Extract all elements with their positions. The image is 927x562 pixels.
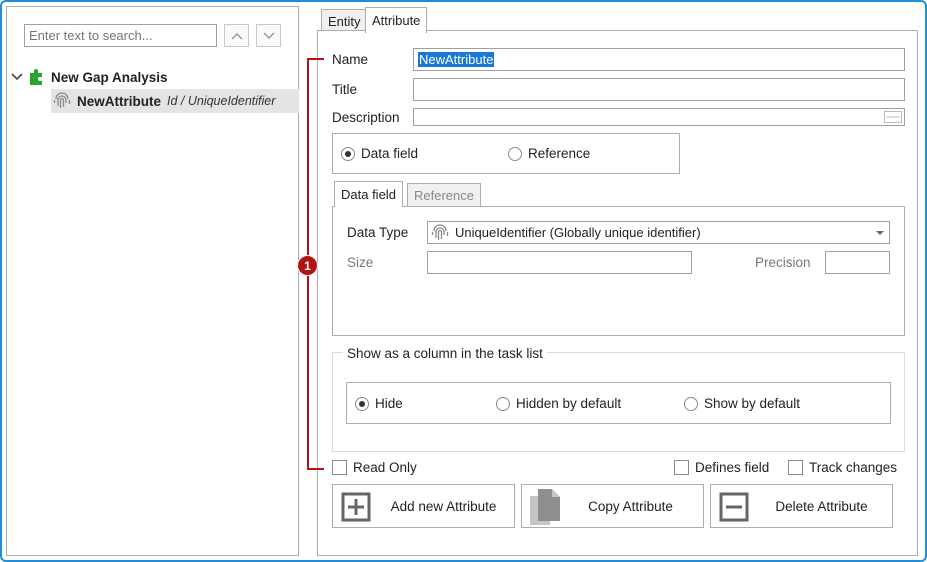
- radio-reference-dot[interactable]: [508, 146, 522, 161]
- subtab-reference[interactable]: Reference: [407, 183, 481, 207]
- fingerprint-icon: [53, 92, 71, 108]
- radio-hidden-by-default-label: Hidden by default: [516, 396, 622, 411]
- subtab-data-field-label: Data field: [341, 187, 396, 202]
- collapse-chevron-icon[interactable]: [11, 72, 23, 82]
- radio-reference-label: Reference: [528, 146, 591, 161]
- precision-field[interactable]: [825, 251, 890, 274]
- delete-attribute-button[interactable]: Delete Attribute: [710, 484, 893, 528]
- name-value: NewAttribute: [418, 52, 495, 67]
- callout-number-badge: 1: [297, 255, 318, 276]
- data-type-dropdown[interactable]: UniqueIdentifier (Globally unique identi…: [427, 221, 890, 244]
- tree-panel: New Gap Analysis NewAttribute Id / Uniqu…: [6, 6, 299, 556]
- radio-hidden-by-default[interactable]: Hidden by default: [496, 396, 621, 411]
- previous-result-button[interactable]: [224, 24, 249, 47]
- read-only-checkbox[interactable]: Read Only: [332, 460, 417, 475]
- radio-show-by-default-label: Show by default: [704, 396, 801, 411]
- tab-attribute[interactable]: Attribute: [365, 7, 428, 33]
- defines-field-label: Defines field: [695, 460, 770, 475]
- add-attribute-label: Add new Attribute: [390, 498, 497, 514]
- tree-child-type: Id / UniqueIdentifier: [167, 94, 276, 108]
- column-group-title: Show as a column in the task list: [343, 346, 547, 361]
- name-label: Name: [332, 52, 369, 67]
- fingerprint-icon: [431, 223, 449, 240]
- track-changes-checkbox[interactable]: Track changes: [788, 460, 897, 475]
- chevron-down-icon: [262, 31, 275, 39]
- radio-hide-label: Hide: [375, 396, 403, 411]
- defines-field-box[interactable]: [674, 460, 689, 475]
- size-label: Size: [347, 255, 374, 270]
- tab-entity-label: Entity: [328, 14, 361, 29]
- description-label: Description: [332, 110, 400, 125]
- delete-attribute-label: Delete Attribute: [775, 498, 868, 514]
- title-label: Title: [332, 82, 358, 97]
- callout-bracket-top: [307, 58, 324, 60]
- data-type-value: UniqueIdentifier (Globally unique identi…: [455, 225, 701, 240]
- radio-data-field-dot[interactable]: [341, 146, 355, 161]
- tab-attribute-label: Attribute: [372, 13, 421, 28]
- dropdown-arrow-icon[interactable]: [876, 231, 884, 236]
- radio-data-field-label: Data field: [361, 146, 419, 161]
- title-field[interactable]: [413, 78, 905, 101]
- radio-show-by-default-dot[interactable]: [684, 396, 698, 411]
- read-only-label: Read Only: [353, 460, 417, 475]
- size-field[interactable]: [427, 251, 692, 274]
- next-result-button[interactable]: [256, 24, 281, 47]
- expand-editor-icon[interactable]: [884, 111, 902, 123]
- tree-child-name: NewAttribute: [77, 93, 161, 109]
- tree-node-root[interactable]: New Gap Analysis: [11, 67, 168, 87]
- tree-node-attribute[interactable]: NewAttribute Id / UniqueIdentifier: [51, 89, 299, 113]
- defines-field-checkbox[interactable]: Defines field: [674, 460, 769, 475]
- data-type-label: Data Type: [347, 225, 409, 240]
- radio-reference[interactable]: Reference: [508, 146, 590, 161]
- add-attribute-button[interactable]: Add new Attribute: [332, 484, 515, 528]
- callout-bracket-bottom: [307, 468, 324, 470]
- read-only-box[interactable]: [332, 460, 347, 475]
- copy-attribute-label: Copy Attribute: [588, 498, 673, 514]
- tree-root-label: New Gap Analysis: [51, 69, 168, 85]
- description-field[interactable]: [413, 108, 905, 126]
- radio-hide-dot[interactable]: [355, 396, 369, 411]
- track-changes-box[interactable]: [788, 460, 803, 475]
- radio-hide[interactable]: Hide: [355, 396, 403, 411]
- track-changes-label: Track changes: [809, 460, 898, 475]
- subtab-reference-label: Reference: [414, 188, 474, 203]
- puzzle-icon: [30, 69, 42, 85]
- chevron-up-icon: [230, 32, 243, 40]
- radio-data-field[interactable]: Data field: [341, 146, 418, 161]
- search-input[interactable]: [24, 24, 217, 47]
- copy-attribute-button[interactable]: Copy Attribute: [521, 484, 704, 528]
- radio-show-by-default[interactable]: Show by default: [684, 396, 800, 411]
- radio-hidden-by-default-dot[interactable]: [496, 396, 510, 411]
- subtab-data-field[interactable]: Data field: [334, 181, 403, 207]
- precision-label: Precision: [755, 255, 811, 270]
- name-field[interactable]: NewAttribute: [413, 48, 905, 71]
